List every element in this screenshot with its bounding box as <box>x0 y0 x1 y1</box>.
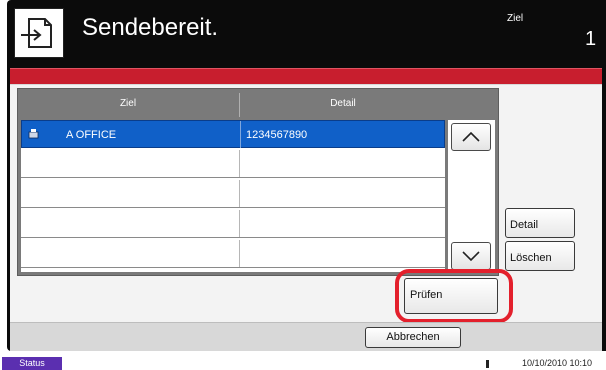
cell-divider <box>239 150 240 177</box>
column-header-ziel[interactable]: Ziel <box>18 92 238 116</box>
cell-divider <box>239 180 240 207</box>
status-bar <box>0 351 606 370</box>
delete-button[interactable]: Löschen <box>505 241 575 271</box>
destination-table: Ziel Detail A OFFICE 1234567890 <box>17 88 499 276</box>
destination-label: Ziel <box>507 13 524 24</box>
send-icon <box>14 8 64 58</box>
column-header-detail[interactable]: Detail <box>240 92 446 116</box>
check-button[interactable]: Prüfen <box>404 278 498 314</box>
table-cell-ziel: A OFFICE <box>66 129 117 141</box>
table-row[interactable] <box>21 150 445 178</box>
table-cell-detail: 1234567890 <box>246 129 308 141</box>
scroll-column <box>448 120 495 272</box>
scroll-up-button[interactable] <box>451 123 491 151</box>
send-screen: Sendebereit. Ziel 1 Ziel Detail A OFFICE… <box>0 0 606 370</box>
detail-button[interactable]: Detail <box>505 208 575 238</box>
table-row[interactable] <box>21 180 445 208</box>
chevron-down-icon <box>462 251 480 262</box>
page-title: Sendebereit. <box>82 14 219 41</box>
chevron-up-icon <box>462 131 480 142</box>
date-time: 10/10/2010 10:10 <box>522 358 593 368</box>
alert-bar <box>10 68 602 85</box>
table-row[interactable] <box>21 210 445 238</box>
cell-divider <box>239 210 240 237</box>
scroll-down-button[interactable] <box>451 242 491 270</box>
cell-divider <box>240 121 241 148</box>
destination-count: 1 <box>585 28 597 50</box>
status-button[interactable]: Status <box>2 357 62 370</box>
network-icon <box>486 360 489 368</box>
table-body: A OFFICE 1234567890 <box>21 120 445 272</box>
table-row[interactable] <box>21 240 445 268</box>
cancel-button[interactable]: Abbrechen <box>365 327 461 348</box>
footer-bar <box>10 322 602 351</box>
table-row[interactable]: A OFFICE 1234567890 <box>21 120 445 148</box>
fax-machine-icon <box>28 121 40 149</box>
cell-divider <box>239 240 240 267</box>
